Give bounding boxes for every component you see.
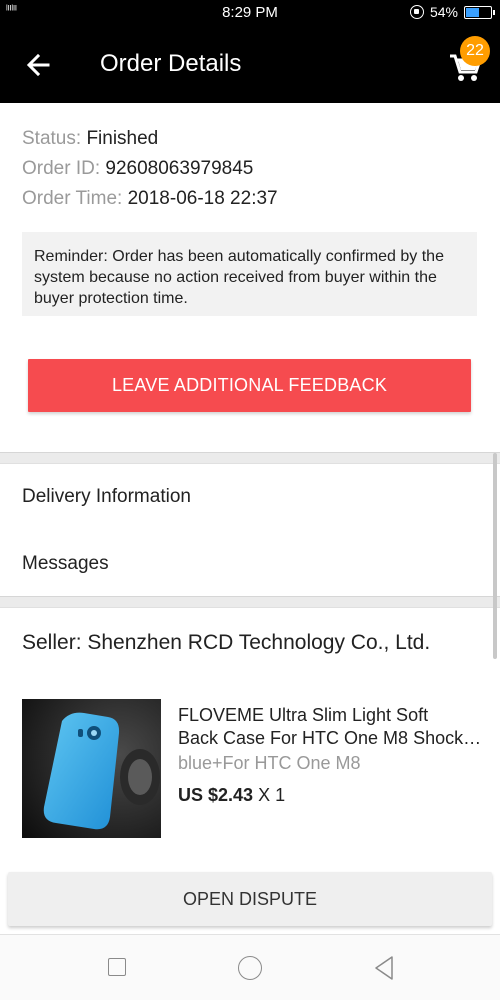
delivery-information-item[interactable]: Delivery Information (22, 486, 191, 508)
cart-count-badge: 22 (460, 36, 490, 66)
battery-percent: 54% (429, 4, 458, 20)
page-title: Order Details (100, 50, 242, 77)
order-info: Status: Finished Order ID: 9260806397984… (22, 127, 482, 217)
order-id: Order ID: 92608063979845 (22, 157, 482, 187)
leave-feedback-button[interactable]: LEAVE ADDITIONAL FEEDBACK (28, 359, 471, 412)
status-label: Status: (22, 128, 82, 149)
product-price-line: US $2.43 X 1 (178, 785, 285, 806)
battery-icon (464, 5, 495, 19)
order-time: Order Time: 2018-06-18 22:37 (22, 187, 482, 217)
order-status: Status: Finished (22, 127, 482, 157)
status-right: 54% (409, 4, 495, 20)
product-title[interactable]: FLOVEME Ultra Slim Light Soft Back Case … (178, 704, 483, 750)
product-title-line1: FLOVEME Ultra Slim Light Soft (178, 705, 429, 725)
order-time-label: Order Time: (22, 188, 123, 209)
product-price: US $2.43 (178, 785, 254, 805)
messages-item[interactable]: Messages (22, 553, 109, 575)
back-arrow-icon[interactable] (22, 48, 56, 82)
order-id-value: 92608063979845 (105, 158, 254, 179)
section-divider (0, 596, 500, 608)
reminder-notice: Reminder: Order has been automatically c… (22, 232, 477, 316)
product-title-line2: Back Case For HTC One M8 Shockproof Phon… (178, 728, 483, 748)
order-id-label: Order ID: (22, 158, 101, 179)
system-nav-bar (0, 934, 500, 1000)
app-toolbar: Order Details 22 (0, 26, 500, 103)
open-dispute-button[interactable]: OPEN DISPUTE (8, 872, 492, 926)
home-icon[interactable] (238, 956, 262, 980)
status-value: Finished (86, 128, 159, 149)
nav-back-icon[interactable] (372, 955, 396, 981)
status-bar: ˡᴵᴵˡᴵᴵ 8:29 PM 54% (0, 0, 500, 26)
recent-apps-icon[interactable] (108, 958, 126, 976)
product-variant: blue+For HTC One M8 (178, 753, 361, 773)
scrollbar[interactable] (493, 453, 497, 659)
product-quantity: X 1 (253, 785, 286, 805)
order-time-value: 2018-06-18 22:37 (127, 188, 278, 209)
battery-fill (466, 7, 479, 17)
product-image[interactable] (22, 699, 161, 838)
section-divider (0, 452, 500, 464)
rotation-lock-icon (409, 5, 424, 19)
seller-name[interactable]: Seller: Shenzhen RCD Technology Co., Ltd… (22, 631, 430, 655)
